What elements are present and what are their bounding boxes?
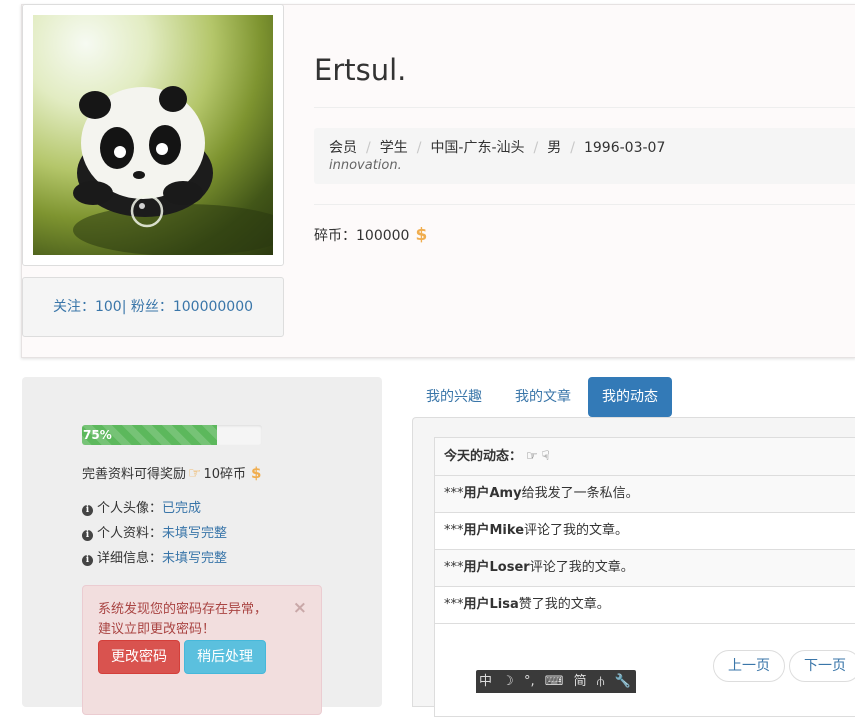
- ime-skin-icon[interactable]: ⫛: [597, 670, 605, 693]
- status-profile: i 个人资料：未填写完整: [82, 524, 227, 549]
- close-icon[interactable]: ×: [293, 598, 307, 618]
- row-prefix: ***: [444, 523, 464, 538]
- tab-activity[interactable]: 我的动态: [588, 377, 672, 417]
- tab-interests[interactable]: 我的兴趣: [412, 377, 496, 417]
- tag-birthday: 1996-03-07: [583, 140, 666, 156]
- thumbs-down-icon[interactable]: ☟: [542, 449, 550, 464]
- profile-tabs: 我的兴趣 我的文章 我的动态: [412, 377, 855, 417]
- status-label: 个人资料：: [97, 526, 163, 541]
- tag-gender: 男: [547, 140, 562, 156]
- row-user: 用户Amy: [463, 486, 522, 501]
- ime-chinese-mode-icon[interactable]: 中: [479, 670, 492, 693]
- alert-message: 系统发现您的密码存在异常， 建议立即更改密码！: [98, 600, 267, 640]
- row-text: 赞了我的文章。: [518, 597, 610, 612]
- activity-row[interactable]: ***用户Loser评论了我的文章。: [435, 550, 855, 587]
- reward-value: 10碎币: [203, 467, 247, 482]
- next-page-button[interactable]: 下一页: [789, 650, 855, 682]
- alert-line: 系统发现您的密码存在异常，: [98, 602, 268, 617]
- password-alert: 系统发现您的密码存在异常， 建议立即更改密码！ × 更改密码 稍后处理: [82, 585, 322, 715]
- activity-header: 今天的动态： ☞ ☟: [435, 438, 855, 476]
- row-prefix: ***: [444, 560, 464, 575]
- info-icon: i: [82, 555, 93, 566]
- profile-info-box: 会员 / 学生 / 中国-广东-汕头 / 男 / 1996-03-07 innovation.: [314, 128, 855, 184]
- reward-text: 完善资料可得奖励 ☞ 10碎币 $: [82, 463, 261, 482]
- ime-punctuation-icon[interactable]: °,: [524, 670, 535, 693]
- profile-completion-panel: 75% 完善资料可得奖励 ☞ 10碎币 $ i 个人头像：已完成 i 个人资料：未填写完整…: [22, 377, 382, 715]
- activity-title: 今天的动态：: [444, 449, 523, 464]
- avatar[interactable]: [33, 15, 273, 255]
- status-details: i 详细信息：未填写完整: [82, 549, 227, 574]
- hand-point-icon: ☞: [188, 464, 202, 482]
- panda-avatar-image: [73, 86, 273, 255]
- tag-membership: 会员: [329, 140, 357, 156]
- row-text: 评论了我的文章。: [529, 560, 634, 575]
- divider: [314, 204, 855, 205]
- thumbs-up-icon[interactable]: ☞: [526, 449, 538, 464]
- coins-value: 100000: [356, 228, 410, 244]
- divider: [314, 107, 855, 108]
- completion-progress-bar: 75%: [82, 425, 217, 445]
- info-icon: i: [82, 505, 93, 516]
- completion-progress: 75%: [82, 425, 262, 445]
- row-text: 评论了我的文章。: [524, 523, 629, 538]
- follow-stats[interactable]: 关注：100| 粉丝：100000000: [22, 277, 284, 337]
- coins-label: 碎币：: [314, 228, 356, 244]
- activity-rows: ***用户Amy给我发了一条私信。 ***用户Mike评论了我的文章。 ***用…: [435, 476, 855, 624]
- alert-line: 建议立即更改密码！: [98, 622, 216, 637]
- row-user: 用户Loser: [463, 560, 530, 575]
- activity-row[interactable]: ***用户Lisa赞了我的文章。: [435, 587, 855, 624]
- change-password-button[interactable]: 更改密码: [98, 640, 180, 674]
- ime-moon-icon[interactable]: ☽: [502, 670, 514, 693]
- activity-row[interactable]: ***用户Amy给我发了一条私信。: [435, 476, 855, 513]
- completion-status-list: i 个人头像：已完成 i 个人资料：未填写完整 i 详细信息：未填写完整: [82, 499, 227, 574]
- coins-balance: 碎币：100000 $: [314, 225, 427, 245]
- row-user: 用户Mike: [463, 523, 525, 538]
- status-value-link[interactable]: 未填写完整: [162, 551, 227, 566]
- row-text: 给我发了一条私信。: [521, 486, 639, 501]
- tag-separator: /: [570, 140, 575, 156]
- later-button[interactable]: 稍后处理: [184, 640, 266, 674]
- tag-occupation: 学生: [379, 140, 408, 156]
- tag-separator: /: [533, 140, 539, 156]
- row-prefix: ***: [444, 597, 464, 612]
- ime-simplified-icon[interactable]: 简: [574, 670, 587, 693]
- profile-name: Ertsul.: [314, 53, 407, 87]
- status-value-link[interactable]: 未填写完整: [162, 526, 227, 541]
- activity-row[interactable]: ***用户Mike评论了我的文章。: [435, 513, 855, 550]
- status-label: 个人头像：: [97, 501, 163, 516]
- tag-separator: /: [366, 140, 371, 156]
- row-user: 用户Lisa: [463, 597, 519, 612]
- ime-settings-icon[interactable]: 🔧: [615, 670, 631, 693]
- prev-page-button[interactable]: 上一页: [713, 650, 785, 682]
- dollar-icon: $: [251, 464, 262, 482]
- row-prefix: ***: [444, 486, 464, 501]
- avatar-frame: [22, 4, 284, 266]
- status-value-link[interactable]: 已完成: [162, 501, 201, 516]
- status-avatar: i 个人头像：已完成: [82, 499, 227, 524]
- tag-location: 中国-广东-汕头: [430, 140, 525, 156]
- profile-motto: innovation.: [329, 158, 402, 173]
- profile-tags: 会员 / 学生 / 中国-广东-汕头 / 男 / 1996-03-07: [329, 137, 665, 157]
- tag-separator: /: [416, 140, 422, 156]
- ime-toolbar: 中 ☽ °, ⌨ 简 ⫛ 🔧: [476, 670, 636, 693]
- tab-articles[interactable]: 我的文章: [501, 377, 585, 417]
- status-label: 详细信息：: [97, 551, 163, 566]
- info-icon: i: [82, 530, 93, 541]
- ime-keyboard-icon[interactable]: ⌨: [545, 670, 564, 693]
- dollar-icon: $: [415, 225, 428, 245]
- reward-prefix: 完善资料可得奖励: [82, 467, 187, 482]
